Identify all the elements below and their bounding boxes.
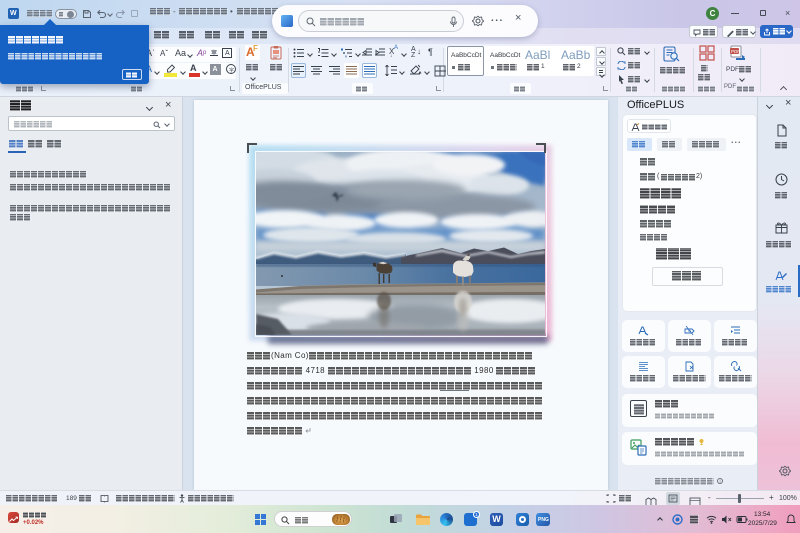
- svg-text:PDF: PDF: [731, 49, 740, 54]
